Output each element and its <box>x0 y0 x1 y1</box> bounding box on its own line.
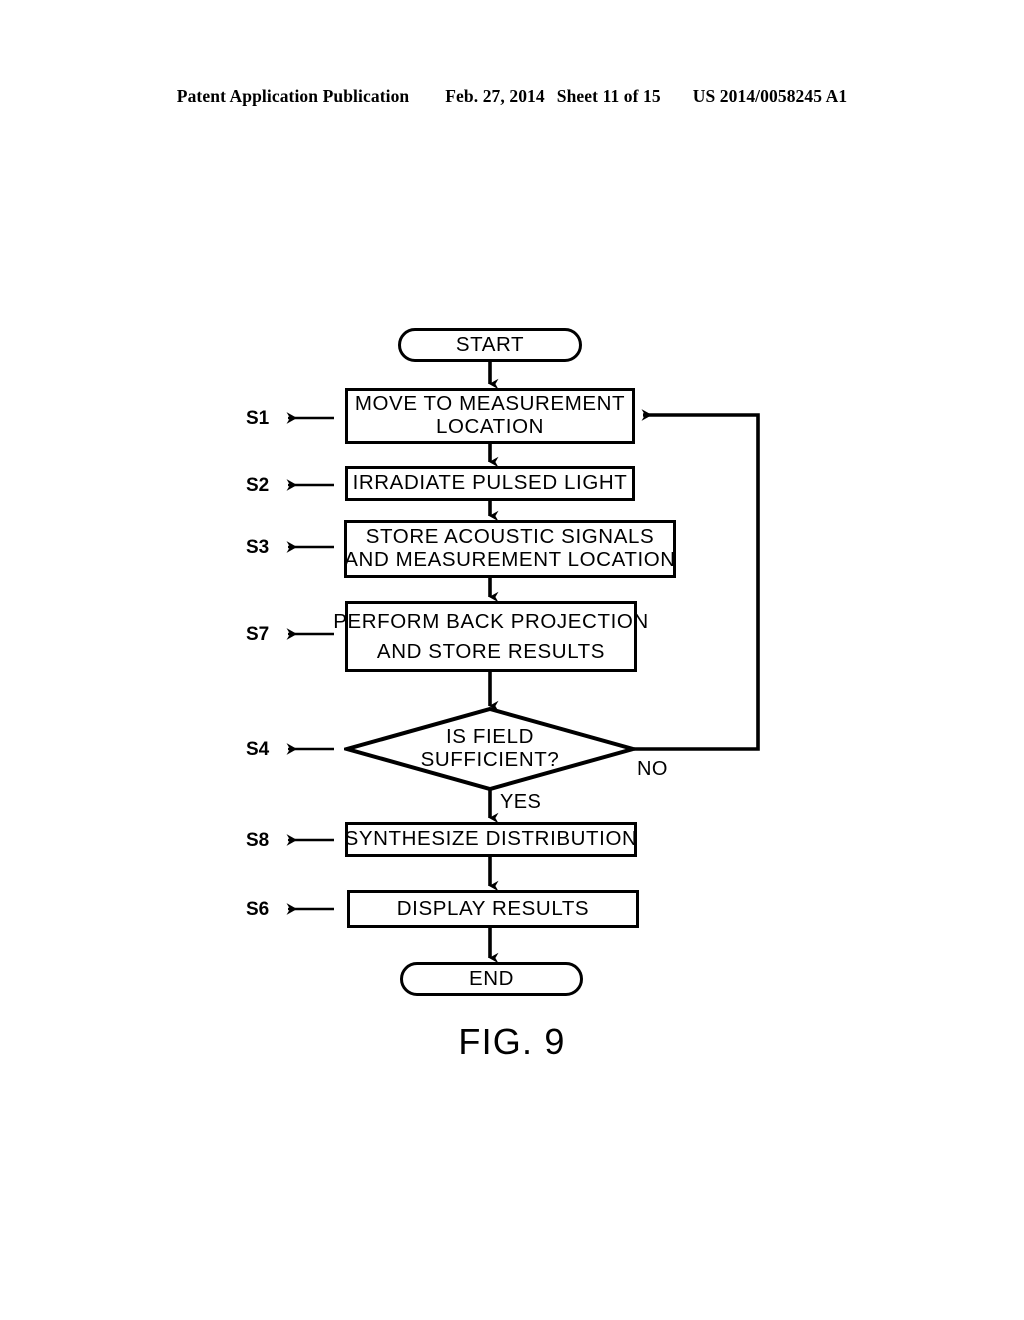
branch-label-no: NO <box>637 758 668 780</box>
step-s1-line2: LOCATION <box>435 415 545 438</box>
step-id-s4: S4 <box>246 739 270 760</box>
branch-label-yes: YES <box>500 791 542 813</box>
step-s3-line2: AND MEASUREMENT LOCATION <box>344 548 676 571</box>
step-id-s2: S2 <box>246 475 270 496</box>
step-id-s6: S6 <box>246 899 270 920</box>
flowchart-step-s1: MOVE TO MEASUREMENT LOCATION <box>345 388 635 444</box>
flowchart-end-terminal: END <box>400 962 583 996</box>
step-id-s1: S1 <box>246 408 270 429</box>
step-s3-line1: STORE ACOUSTIC SIGNALS <box>365 525 655 549</box>
flowchart-step-s2: IRRADIATE PULSED LIGHT <box>345 466 635 501</box>
flowchart-figure: START MOVE TO MEASUREMENT LOCATION IRRAD… <box>0 0 1024 1320</box>
flowchart-step-s8: SYNTHESIZE DISTRIBUTION <box>345 822 637 857</box>
patent-page: Patent Application Publication Feb. 27, 2… <box>0 0 1024 1320</box>
flowchart-start-terminal: START <box>398 328 582 362</box>
step-s2-line1: IRRADIATE PULSED LIGHT <box>352 471 628 495</box>
flowchart-step-s3: STORE ACOUSTIC SIGNALS AND MEASUREMENT L… <box>344 520 676 578</box>
figure-caption: FIG. 9 <box>458 1021 566 1062</box>
flowchart-step-s7: PERFORM BACK PROJECTION AND STORE RESULT… <box>333 601 648 672</box>
step-s6-line1: DISPLAY RESULTS <box>396 896 590 920</box>
step-s8-line1: SYNTHESIZE DISTRIBUTION <box>344 827 638 851</box>
start-label: START <box>455 332 525 356</box>
step-id-s8: S8 <box>246 830 270 851</box>
step-s7-line2: AND STORE RESULTS <box>376 639 606 663</box>
step-s1-line1: MOVE TO MEASUREMENT <box>354 392 626 416</box>
end-label: END <box>468 966 515 990</box>
flowchart-step-s4-decision: IS FIELD SUFFICIENT? <box>344 706 636 792</box>
step-id-s3: S3 <box>246 537 270 558</box>
step-id-s7: S7 <box>246 624 270 645</box>
step-s7-line1: PERFORM BACK PROJECTION <box>333 609 649 633</box>
flowchart-step-s6: DISPLAY RESULTS <box>347 890 639 928</box>
